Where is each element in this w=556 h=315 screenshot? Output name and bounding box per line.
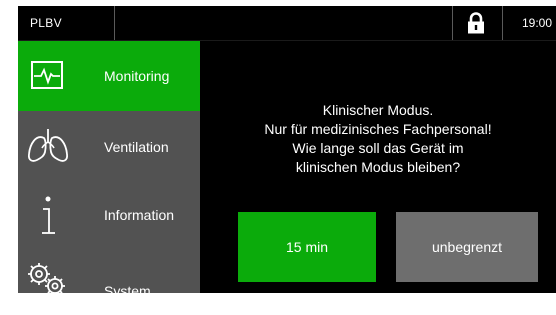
sidebar-item-label: Information: [104, 207, 175, 223]
sidebar-item-label: Monitoring: [104, 68, 170, 84]
divider: [452, 6, 453, 40]
clock: 19:00: [522, 16, 553, 30]
sidebar-item-label: System: [104, 283, 151, 293]
divider: [502, 6, 503, 40]
dialog-line: Nur für medizinisches Fachpersonal!: [264, 121, 492, 137]
gears-icon: [28, 263, 65, 293]
top-bar: PLBV 19:00: [18, 6, 556, 41]
dialog-line: Klinischer Modus.: [322, 102, 434, 118]
lock-icon: [468, 12, 484, 34]
15-min-button[interactable]: 15 min: [238, 212, 376, 282]
sidebar-item-information[interactable]: Information: [18, 181, 200, 251]
sidebar: Monitoring Ventilation Information Syste…: [18, 41, 200, 293]
divider: [114, 6, 115, 40]
device-screen: PLBV 19:00 Monitoring Ventilation Inform…: [18, 6, 556, 293]
sidebar-item-monitoring[interactable]: Monitoring: [18, 41, 200, 111]
sidebar-item-system[interactable]: System: [18, 251, 200, 293]
clinical-mode-dialog: Klinischer Modus. Nur für medizinisches …: [200, 41, 556, 293]
dialog-line: Wie lange soll das Gerät im: [292, 140, 464, 156]
dialog-line: klinischen Modus bleiben?: [295, 159, 461, 175]
lungs-icon: [27, 129, 69, 162]
unlimited-button[interactable]: unbegrenzt: [396, 212, 538, 282]
sidebar-item-ventilation[interactable]: Ventilation: [18, 111, 200, 181]
dialog-message: Klinischer Modus. Nur für medizinisches …: [200, 101, 556, 177]
info-icon: [42, 196, 55, 234]
device-name: PLBV: [30, 16, 62, 30]
monitor-waveform-icon: [31, 61, 63, 89]
sidebar-item-label: Ventilation: [104, 139, 169, 155]
